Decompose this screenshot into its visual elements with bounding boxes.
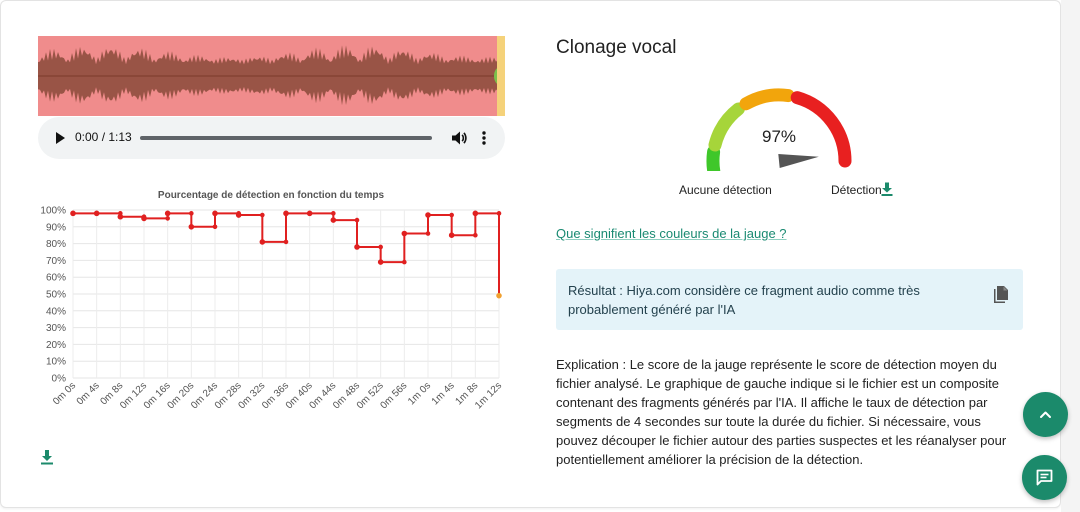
waveform-shape (38, 45, 498, 106)
analysis-card: 0:00 / 1:13 0% 10% 20% 30% 40% 50% 60% 70% 80% 90… (0, 0, 1061, 508)
chart-y-tick-label: 80% (46, 239, 66, 250)
copy-icon[interactable] (993, 285, 1009, 304)
chart-data-point (354, 217, 360, 223)
chart-data-point (425, 212, 431, 218)
chart-data-point (260, 212, 265, 218)
chart-x-tick-label: 1m 0s (406, 380, 433, 407)
chart-x-tick-label: 0m 4s (75, 380, 102, 407)
chart-x-tick-label: 1m 4s (430, 380, 457, 407)
download-result-icon[interactable] (881, 182, 893, 196)
explanation-text: Explication : Le score de la jauge repré… (556, 357, 1007, 467)
chart-data-point (141, 214, 147, 220)
volume-icon[interactable] (450, 129, 468, 147)
chart-y-tick-label: 0% (52, 374, 67, 385)
chart-data-point (236, 211, 241, 216)
chart-data-point (402, 259, 407, 265)
gauge-segment (706, 145, 721, 171)
chart-data-point (94, 211, 99, 216)
chart-y-tick-label: 70% (46, 256, 66, 267)
more-options-icon[interactable] (480, 129, 488, 147)
chart-data-point (283, 239, 289, 245)
chart-data-point (259, 239, 266, 245)
chart-data-point (70, 210, 76, 217)
chart-data-point (448, 232, 455, 239)
result-summary-box: Résultat : Hiya.com considère ce fragmen… (556, 269, 1023, 330)
download-chart-icon[interactable] (40, 449, 54, 465)
gauge-right-label: Détection (831, 183, 882, 197)
waveform-graphic (38, 45, 505, 106)
play-icon[interactable] (52, 130, 68, 146)
chart-x-tick-label: 1m 12s (473, 380, 504, 411)
chart-data-point (331, 211, 336, 216)
chart-y-tick-label: 20% (46, 340, 66, 351)
result-summary-text: Résultat : Hiya.com considère ce fragmen… (568, 283, 920, 317)
chart-y-tick-label: 30% (46, 323, 66, 334)
gauge-percentage: 97% (761, 127, 797, 146)
chart-x-tick-label: 0m 56s (378, 380, 409, 411)
detection-chart-svg: 0%10%20%30%40%50%60%70%80%90%100%0m 0s0m… (40, 206, 504, 412)
chart-data-point (496, 292, 502, 299)
gauge-left-label: Aucune détection (679, 183, 772, 197)
chart-data-point (330, 217, 337, 223)
chart-data-point (473, 232, 478, 238)
chevron-up-icon (1040, 411, 1051, 418)
audio-waveform[interactable] (38, 36, 505, 116)
chat-icon (1036, 469, 1053, 486)
playback-progress-bar[interactable] (140, 136, 432, 140)
chart-data-point (212, 210, 218, 217)
chart-data-point (283, 210, 289, 217)
chart-data-point (307, 211, 312, 216)
waveform-end-marker (497, 36, 505, 116)
chart-y-tick-label: 90% (46, 222, 66, 233)
detection-gauge (706, 88, 852, 171)
gauge-colors-link[interactable]: Que signifient les couleurs de la jauge … (556, 226, 787, 241)
chart-data-point (496, 211, 502, 216)
chart-data-point (449, 212, 454, 218)
chart-y-tick-label: 50% (46, 290, 66, 301)
chart-data-point (378, 244, 383, 250)
result-title: Clonage vocal (556, 37, 677, 58)
chart-y-tick-label: 100% (40, 206, 66, 217)
chart-data-point (377, 259, 384, 265)
detection-chart: 0% 10% 20% 30% 40% 50% 60% 70% 80% 90% 100% 0m 0s 0m… (38, 186, 508, 431)
playback-time: 0:00 / 1:13 (75, 130, 132, 144)
audio-player: 0:00 / 1:13 (38, 117, 505, 159)
chart-data-point (189, 211, 194, 216)
chart-data-point (401, 230, 408, 237)
chart-data-point (165, 216, 170, 221)
gauge-segment (739, 88, 795, 111)
chart-data-point (354, 244, 360, 250)
chart-data-point (472, 210, 479, 217)
gauge-segment (708, 102, 745, 152)
chart-title: Pourcentage de détection en fonction du … (157, 190, 385, 201)
chart-data-point (212, 224, 218, 230)
chart-data-point (164, 210, 171, 217)
chart-data-point (188, 224, 195, 230)
chat-button[interactable] (1022, 455, 1067, 500)
gauge-needle (778, 154, 819, 168)
chart-data-point (118, 211, 123, 216)
scroll-to-top-button[interactable] (1023, 392, 1068, 437)
chart-y-tick-label: 10% (46, 357, 66, 368)
chart-y-tick-label: 60% (46, 273, 66, 284)
chart-data-point (425, 231, 431, 236)
page-scroll-area (1061, 0, 1080, 512)
chart-y-tick-label: 40% (46, 306, 66, 317)
